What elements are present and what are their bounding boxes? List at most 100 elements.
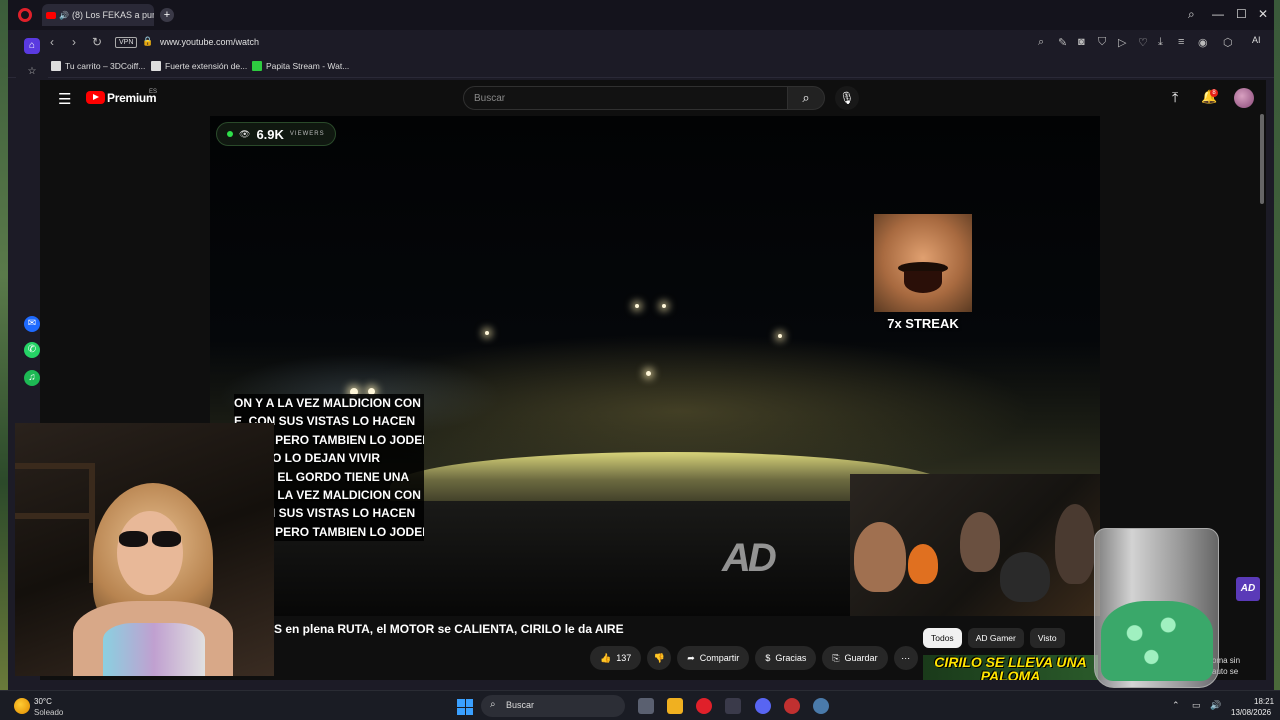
reload-button[interactable]: ↻ (92, 35, 102, 49)
weather-temperature[interactable]: 30°C (34, 697, 52, 706)
tip-jar-overlay (1094, 528, 1219, 688)
star-icon[interactable]: ☆ (24, 64, 40, 80)
chip-ad-gamer[interactable]: AD Gamer (967, 628, 1024, 648)
hamburger-menu-icon[interactable]: ☰ (58, 90, 71, 108)
upload-icon[interactable]: ⤒ (1172, 89, 1178, 106)
chip-watched[interactable]: Visto (1029, 628, 1065, 648)
speaker-icon[interactable]: 🔊 (59, 11, 69, 20)
messenger-icon[interactable]: ✉ (24, 316, 40, 332)
recommendation-chips: Todos AD Gamer Visto (923, 628, 1065, 648)
opera-logo-icon[interactable] (18, 8, 32, 22)
thumbs-up-icon: 👍 (600, 652, 612, 663)
viewer-count-badge: 👁 6.9K VIEWERS (216, 122, 336, 146)
bookmarks-bar: Tu carrito – 3DCoiff... Fuerte extensión… (8, 56, 1274, 78)
network-icon[interactable]: ▭ (1192, 700, 1201, 711)
person-1 (854, 522, 906, 592)
search-icon: ⌕ (490, 699, 496, 710)
play-icon[interactable]: ▷ (1118, 36, 1126, 49)
new-tab-button[interactable]: + (160, 8, 174, 22)
shield-icon[interactable]: ⛉ (1098, 36, 1106, 49)
chip-all[interactable]: Todos (923, 628, 962, 648)
search-icon: ⌕ (802, 90, 810, 105)
close-button[interactable]: ✕ (1258, 7, 1268, 21)
task-view-icon[interactable] (638, 698, 654, 714)
share-button[interactable]: ➦ Compartir (677, 646, 750, 670)
volume-icon[interactable]: 🔊 (1210, 700, 1221, 711)
forward-button[interactable]: › (72, 35, 76, 49)
channel-badge: AD (1236, 577, 1260, 601)
youtube-logo-icon[interactable] (86, 91, 105, 104)
tab-youtube[interactable]: 🔊 (8) Los FEKAS a punto (42, 4, 154, 26)
thanks-button[interactable]: $ Gracias (755, 646, 817, 670)
street-light (646, 371, 651, 376)
sunglasses (119, 531, 181, 547)
viewers-label: VIEWERS (289, 131, 325, 137)
ai-button[interactable]: AI (1252, 35, 1261, 45)
bookmark-favicon-icon (151, 61, 161, 71)
camera-icon[interactable]: ◙ (1078, 36, 1085, 48)
search-icon[interactable]: ⌕ (1038, 36, 1044, 49)
ai-label: AI (1252, 35, 1261, 45)
streak-label: 7x STREAK (887, 316, 959, 331)
opera-taskbar-icon[interactable] (696, 698, 712, 714)
eye-icon: 👁 (239, 128, 251, 139)
dislike-button[interactable]: 👎 (647, 646, 672, 670)
avatar[interactable] (1234, 88, 1254, 108)
youtube-header: ☰ Premium ES Buscar ⌕ 🎙 ⤒ 🔔 8 (40, 80, 1266, 116)
weather-sun-icon[interactable] (14, 698, 30, 714)
settings-icon[interactable] (813, 698, 829, 714)
street-light (485, 331, 489, 335)
profile-icon[interactable]: ◉ (1198, 36, 1208, 49)
tray-overflow-icon[interactable]: ⌃ (1172, 700, 1180, 711)
taskbar-search[interactable]: Buscar (481, 695, 625, 717)
search-input[interactable]: Buscar (463, 86, 788, 110)
bookmark-label: Papita Stream - Wat... (266, 61, 350, 71)
more-actions-button[interactable]: ⋯ (893, 646, 918, 670)
recommended-video-thumbnail[interactable]: CIRILO SE LLEVA UNA PALOMA (923, 655, 1098, 680)
streamer-top (103, 623, 205, 676)
back-button[interactable]: ‹ (50, 35, 54, 49)
lock-icon[interactable]: 🔒 (142, 36, 153, 47)
thumbnail-text: CIRILO SE LLEVA UNA PALOMA (934, 655, 1087, 680)
tab-bar: 🔊 (8) Los FEKAS a punto + ⌕ — ☐ ✕ (8, 0, 1274, 30)
minimize-button[interactable]: — (1212, 7, 1224, 21)
clock-time[interactable]: 18:21 (1254, 697, 1274, 706)
bookmark-favicon-icon (252, 61, 262, 71)
windows-taskbar: 30°C Soleado Buscar ⌕ ⌃ ▭ 🔊 18:21 13/08/… (0, 690, 1280, 720)
file-explorer-icon[interactable] (667, 698, 683, 714)
app-icon[interactable] (784, 698, 800, 714)
bookmark-2[interactable]: Fuerte extensión de... (151, 61, 247, 71)
weather-description[interactable]: Soleado (34, 708, 63, 717)
bookmark-1[interactable]: Tu carrito – 3DCoiff... (51, 61, 145, 71)
page-scrollbar[interactable] (1260, 114, 1264, 204)
bookmark-label: Tu carrito – 3DCoiff... (65, 61, 146, 71)
share-icon: ➦ (687, 652, 695, 663)
lyrics-line: ON Y A LA VEZ MALDICION CON (234, 396, 421, 410)
vpn-badge[interactable]: VPN (115, 37, 138, 48)
shelf (15, 463, 95, 469)
bookmark-label: Fuerte extensión de... (165, 61, 248, 71)
app-icon[interactable] (725, 698, 741, 714)
maximize-button[interactable]: ☐ (1236, 7, 1247, 21)
search-tabs-icon[interactable]: ⌕ (1188, 7, 1195, 22)
spotify-icon[interactable]: ♫ (24, 370, 40, 386)
edit-icon[interactable]: ✎ (1058, 36, 1067, 49)
clock-date[interactable]: 13/08/2026 (1231, 708, 1271, 717)
whatsapp-icon[interactable]: ✆ (24, 342, 40, 358)
streak-meme-mouth (904, 271, 942, 293)
download-icon[interactable]: ⤓ (1158, 36, 1163, 49)
extensions-icon[interactable]: ⬡ (1223, 36, 1233, 49)
url-field[interactable]: www.youtube.com/watch (160, 37, 259, 47)
voice-search-button[interactable]: 🎙 (835, 86, 859, 110)
bookmark-3[interactable]: Papita Stream - Wat... (252, 61, 349, 71)
discord-icon[interactable] (755, 698, 771, 714)
heart-icon[interactable]: ♡ (1138, 36, 1148, 49)
menu-icon[interactable]: ≡ (1178, 36, 1184, 48)
viewers-count: 6.9K (256, 126, 284, 142)
street-light (778, 334, 782, 338)
search-button[interactable]: ⌕ (787, 86, 825, 110)
save-button[interactable]: ⎘ Guardar (822, 646, 888, 670)
start-button[interactable] (457, 699, 473, 715)
like-button[interactable]: 👍 137 (590, 646, 642, 670)
home-icon[interactable]: ⌂ (24, 38, 40, 54)
